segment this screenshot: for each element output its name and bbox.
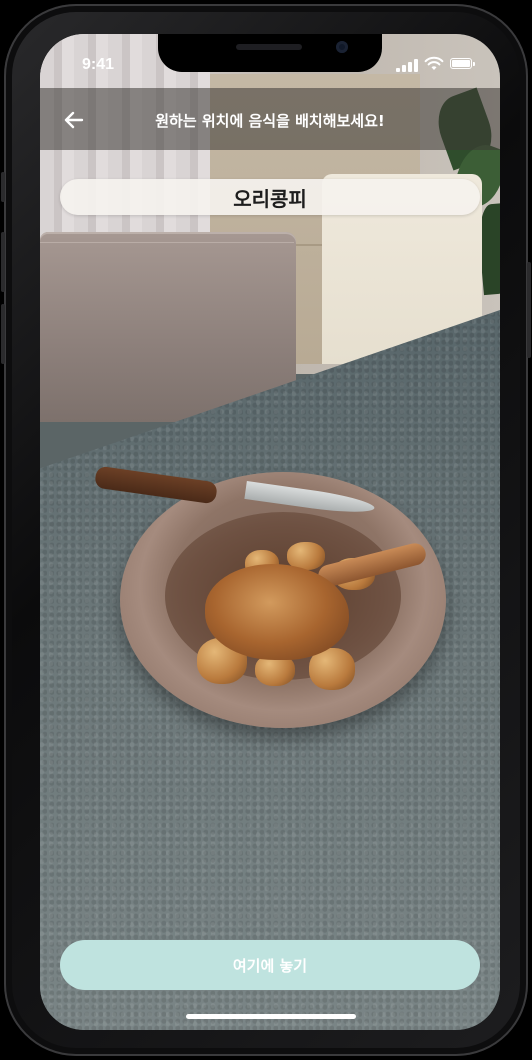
volume-up-button (1, 232, 5, 292)
speaker (236, 44, 302, 50)
status-time: 9:41 (82, 56, 115, 73)
food-name-pill: 오리콩피 (60, 179, 480, 215)
mute-switch (1, 172, 5, 202)
chair-stitch (40, 242, 294, 243)
power-button (527, 262, 531, 358)
phone-frame: 9:41 원하는 위치에 음식을 배치해보세요! 오리콩피 여기에 놓기 (1, 4, 531, 1056)
header-bar: 원하는 위치에 음식을 배치해보세요! (40, 88, 500, 150)
ar-food-model[interactable] (94, 462, 455, 742)
front-camera (336, 41, 348, 53)
knife-handle (94, 465, 218, 505)
wifi-icon (424, 56, 444, 70)
food-name: 오리콩피 (233, 186, 307, 211)
volume-down-button (1, 304, 5, 364)
home-indicator[interactable] (186, 1014, 356, 1019)
app-screen: 9:41 원하는 위치에 음식을 배치해보세요! 오리콩피 여기에 놓기 (40, 34, 500, 1030)
battery-icon (450, 58, 475, 69)
notch (158, 34, 382, 72)
header-title: 원하는 위치에 음식을 배치해보세요! (155, 112, 385, 130)
status-bar: 9:41 (40, 34, 500, 86)
place-here-button[interactable]: 여기에 놓기 (60, 940, 480, 990)
cellular-signal-icon (396, 58, 418, 72)
